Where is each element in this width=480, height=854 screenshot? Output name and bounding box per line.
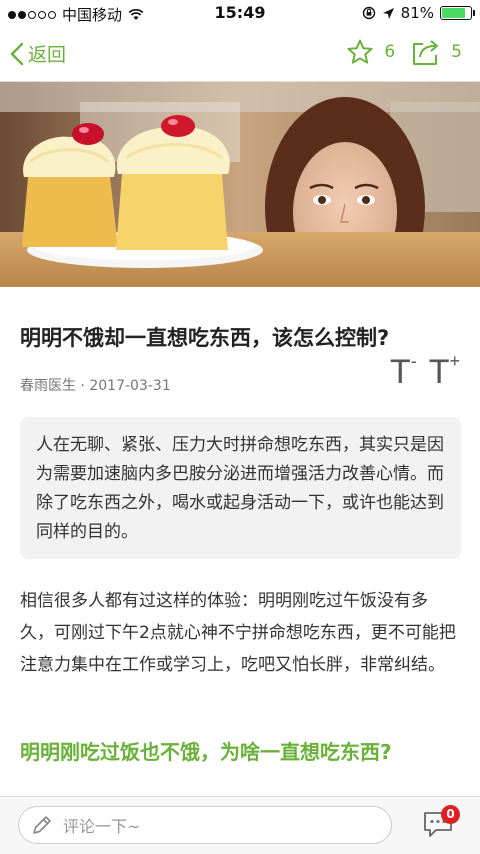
article-author: 春雨医生 · bbox=[20, 378, 85, 394]
article-meta: 春雨医生 · 2017-03-31 bbox=[20, 375, 171, 395]
font-increase-sign: + bbox=[449, 351, 460, 371]
nav-actions: 6 5 bbox=[346, 38, 462, 66]
font-decrease-button[interactable]: T- bbox=[389, 351, 417, 392]
font-decrease-label: T bbox=[389, 353, 411, 391]
chevron-left-icon bbox=[10, 42, 24, 65]
article-title: 明明不饿却一直想吃东西，该怎么控制? bbox=[20, 326, 390, 350]
battery-percent: 81% bbox=[400, 4, 434, 22]
comment-input[interactable]: 评论一下~ bbox=[18, 806, 392, 844]
article-subheading: 明明刚吃过饭也不饿，为啥一直想吃东西? bbox=[20, 740, 392, 764]
comment-placeholder: 评论一下~ bbox=[63, 817, 141, 836]
comment-bar: 评论一下~ 0 bbox=[0, 796, 480, 854]
article-date: 2017-03-31 bbox=[89, 378, 171, 394]
status-right: 81% bbox=[362, 4, 475, 22]
pencil-icon bbox=[33, 816, 51, 834]
font-size-control: T- T+ bbox=[389, 351, 460, 392]
article-summary: 人在无聊、紧张、压力大时拼命想吃东西，其实只是因为需要加速脑内多巴胺分泌进而增强… bbox=[20, 417, 461, 559]
nav-bar: 返回 6 5 bbox=[0, 28, 480, 82]
article-paragraph: 相信很多人都有过这样的体验：明明刚吃过午饭没有多久，可刚过下午2点就心神不宁拼命… bbox=[20, 591, 456, 675]
status-bar: 中国移动 15:49 81% bbox=[0, 0, 480, 28]
share-count: 5 bbox=[451, 42, 462, 62]
location-icon bbox=[382, 7, 394, 19]
cupcakes-woman-photo bbox=[0, 82, 480, 287]
back-label: 返回 bbox=[28, 44, 67, 66]
back-button[interactable]: 返回 bbox=[10, 40, 66, 67]
rotation-lock-icon bbox=[362, 6, 375, 20]
share-icon bbox=[413, 40, 439, 65]
battery-level bbox=[442, 8, 465, 18]
share-button[interactable]: 5 bbox=[411, 38, 462, 66]
star-icon bbox=[347, 39, 373, 64]
font-decrease-sign: - bbox=[410, 351, 417, 371]
hero-image bbox=[0, 82, 480, 287]
favorite-button[interactable]: 6 bbox=[346, 38, 395, 66]
favorite-count: 6 bbox=[384, 42, 396, 62]
battery-icon bbox=[440, 6, 475, 20]
font-increase-button[interactable]: T+ bbox=[428, 351, 460, 392]
comment-count-badge: 0 bbox=[441, 805, 460, 824]
font-increase-label: T bbox=[428, 353, 450, 391]
